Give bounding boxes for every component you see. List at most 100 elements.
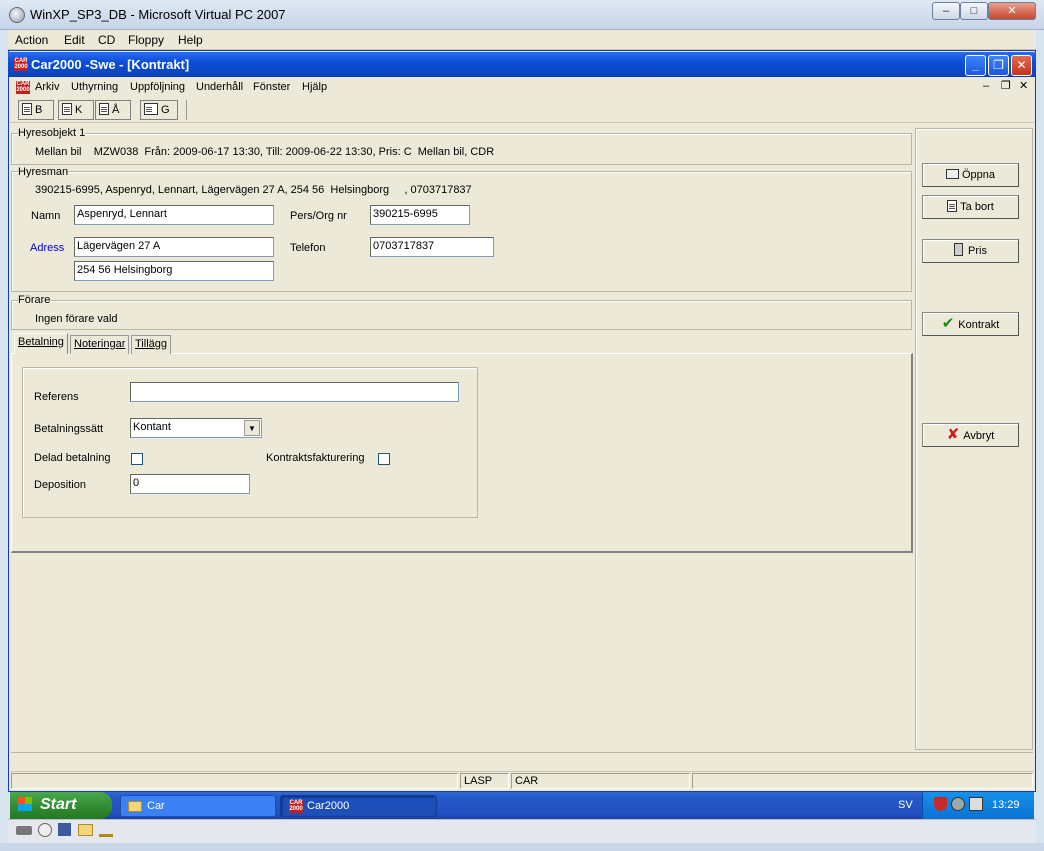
tab-noteringar[interactable]: Noteringar <box>70 335 130 354</box>
pris-label: Pris <box>968 245 987 257</box>
print-open-icon <box>945 169 959 179</box>
car2000-logo-icon: CAR 2000 <box>14 58 28 71</box>
delad-betalning-label: Delad betalning <box>34 452 111 464</box>
referens-label: Referens <box>34 391 79 403</box>
forare-group <box>11 300 912 330</box>
network-icon[interactable] <box>951 797 965 811</box>
betalningssatt-label: Betalningssätt <box>34 423 104 435</box>
toolbar-g-button[interactable]: G <box>140 100 178 120</box>
namn-field[interactable]: Aspenryd, Lennart <box>74 205 274 225</box>
app-close-button[interactable]: ✕ <box>1011 55 1032 76</box>
app-minimize-button[interactable]: _ <box>965 55 986 76</box>
statusbar-db: CAR <box>511 773 690 789</box>
tab-betalning[interactable]: Betalning <box>14 333 68 354</box>
toolbar-a-button[interactable]: Å <box>95 100 131 120</box>
delete-document-icon <box>947 200 958 212</box>
taskbar-task-car2000-label: Car2000 <box>307 800 350 812</box>
menu-hjalp[interactable]: Hjälp <box>302 81 327 93</box>
menu-uppfoljning[interactable]: Uppföljning <box>130 81 185 93</box>
toolbar-b-label: B <box>35 104 43 116</box>
delad-betalning-checkbox[interactable] <box>131 453 143 465</box>
taskbar-task-car-label: Car <box>147 800 165 812</box>
hyresobjekt-label: Hyresobjekt 1 <box>18 127 86 139</box>
bottom-divider <box>11 752 1033 753</box>
checkmark-icon: ✔ <box>941 315 955 332</box>
betalningssatt-value: Kontant <box>133 421 171 433</box>
deposition-field[interactable]: 0 <box>130 474 250 494</box>
kontrakt-button[interactable]: ✔ Kontrakt <box>922 312 1019 336</box>
host-minimize-button[interactable]: – <box>932 2 960 20</box>
calculator-grid-icon <box>144 103 158 115</box>
host-cd-icon[interactable] <box>38 823 52 837</box>
host-shared-folder-icon[interactable] <box>78 824 93 836</box>
avbryt-label: Avbryt <box>963 430 995 442</box>
host-network-icon[interactable] <box>99 823 113 837</box>
menu-uthyrning[interactable]: Uthyrning <box>71 81 118 93</box>
security-shield-icon[interactable] <box>934 797 947 811</box>
pers-org-field[interactable]: 390215-6995 <box>370 205 470 225</box>
mdi-restore-button[interactable]: ❐ <box>1001 79 1011 92</box>
oppna-button[interactable]: Öppna <box>922 163 1019 187</box>
statusbar-cell-right <box>692 773 1033 789</box>
statusbar-cell-empty <box>11 773 458 789</box>
forare-summary[interactable]: Ingen förare vald <box>35 313 118 325</box>
statusbar-user: LASP <box>460 773 509 789</box>
document-icon <box>22 103 32 115</box>
avbryt-button[interactable]: ✘ Avbryt <box>922 423 1019 447</box>
host-menu-action[interactable]: Action <box>15 33 48 47</box>
host-menu-edit[interactable]: Edit <box>64 33 85 47</box>
mdi-child-logo-icon[interactable]: CAR 2000 <box>16 81 30 94</box>
toolbar-g-label: G <box>161 104 170 116</box>
oppna-label: Öppna <box>961 169 996 181</box>
menu-underhall[interactable]: Underhåll <box>196 81 243 93</box>
toolbar-a-label: Å <box>112 104 120 116</box>
host-maximize-button[interactable]: □ <box>960 2 988 20</box>
tab-tillagg[interactable]: Tillägg <box>131 335 171 354</box>
folder-icon <box>128 801 142 812</box>
language-indicator[interactable]: SV <box>898 799 913 811</box>
mdi-close-button[interactable]: ✕ <box>1019 79 1028 92</box>
taskbar-task-car[interactable]: Car <box>120 795 276 817</box>
pris-button[interactable]: Pris <box>922 239 1019 263</box>
dropdown-arrow-icon[interactable]: ▼ <box>244 420 260 436</box>
hyresman-summary: 390215-6995, Aspenryd, Lennart, Lägerväg… <box>35 184 472 196</box>
menu-fonster[interactable]: Fönster <box>253 81 290 93</box>
host-window-bottom-border <box>0 843 1044 851</box>
toolbar-k-button[interactable]: K <box>58 100 94 120</box>
toolbar-separator <box>186 100 187 120</box>
mdi-minimize-button[interactable]: – <box>983 80 989 92</box>
kontraktsfakturering-checkbox[interactable] <box>378 453 390 465</box>
adress-line1-field[interactable]: Lägervägen 27 A <box>74 237 274 257</box>
menu-arkiv[interactable]: Arkiv <box>35 81 59 93</box>
kontrakt-label: Kontrakt <box>958 319 1000 331</box>
host-menu-help[interactable]: Help <box>178 33 203 47</box>
app-restore-button[interactable]: ❐ <box>988 55 1009 76</box>
host-floppy-icon[interactable] <box>58 823 71 836</box>
adress-link[interactable]: Adress <box>30 242 64 254</box>
toolbar-b-button[interactable]: B <box>18 100 54 120</box>
app-window-title: Car2000 -Swe - [Kontrakt] <box>31 57 190 72</box>
deposition-label: Deposition <box>34 479 86 491</box>
car2000-taskbar-icon: CAR 2000 <box>289 800 303 813</box>
clock[interactable]: 13:29 <box>992 799 1020 811</box>
copy-document-icon <box>62 103 72 115</box>
adress-line2-field[interactable]: 254 56 Helsingborg <box>74 261 274 281</box>
ta-bort-button[interactable]: Ta bort <box>922 195 1019 219</box>
host-window-title: WinXP_SP3_DB - Microsoft Virtual PC 2007 <box>30 7 286 22</box>
referens-field[interactable] <box>130 382 459 402</box>
cancel-x-icon: ✘ <box>946 426 960 443</box>
pers-org-label: Pers/Org nr <box>290 210 347 222</box>
host-close-button[interactable]: ✕ <box>988 2 1036 20</box>
taskbar-task-car2000[interactable]: CAR 2000 Car2000 <box>280 795 437 817</box>
host-menu-cd[interactable]: CD <box>98 33 115 47</box>
host-hdd-icon[interactable] <box>16 826 32 835</box>
kontraktsfakturering-label: Kontraktsfakturering <box>266 452 365 464</box>
telefon-field[interactable]: 0703717837 <box>370 237 494 257</box>
hyresobjekt-summary[interactable]: Mellan bil MZW038 Från: 2009-06-17 13:30… <box>35 146 494 158</box>
ta-bort-label: Ta bort <box>960 201 994 213</box>
volume-icon[interactable] <box>969 797 983 811</box>
calculator-icon <box>954 243 964 256</box>
betalningssatt-select[interactable]: Kontant <box>130 418 262 438</box>
host-menu-floppy[interactable]: Floppy <box>128 33 164 47</box>
toolbar-k-label: K <box>75 104 83 116</box>
